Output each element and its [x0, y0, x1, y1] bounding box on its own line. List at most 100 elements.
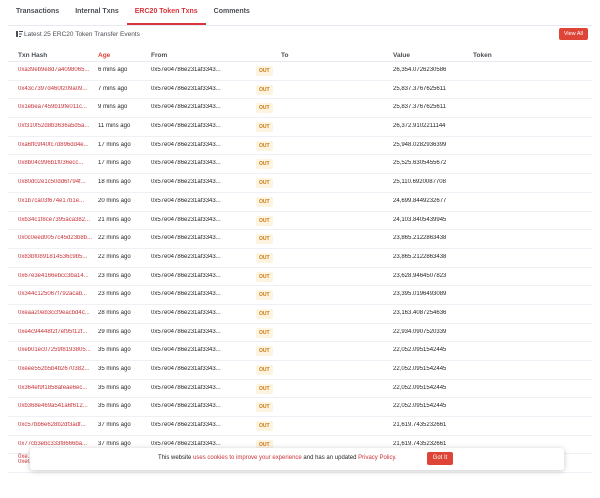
txn-hash-link[interactable]: 0xe4c94448f2f7ef95f12f...	[18, 329, 96, 335]
table-row: 0x0c0eed0057c45d23b8b... 22 mins ago 0x57e…	[8, 230, 592, 249]
txn-hash-link[interactable]: 0x80d02e1c50dd6f794f...	[18, 179, 96, 185]
cookie-message: This website uses cookies to improve you…	[158, 455, 397, 461]
value-cell: 25,837.3767625611	[393, 85, 446, 92]
txn-hash-link[interactable]: 0x1ebea7459b19fe011c...	[18, 104, 96, 110]
from-address: 0x57e04786e231af3343...	[151, 366, 221, 372]
cookie-banner: This website uses cookies to improve you…	[30, 448, 564, 470]
header-token: Token	[473, 52, 492, 59]
txn-hash-link[interactable]: 0x344c125067f792acab...	[18, 291, 96, 297]
got-it-button[interactable]: Got It	[427, 452, 453, 465]
token-transfers-table: Txn Hash Age From To Value Token 0xa39eb…	[8, 48, 592, 474]
txn-hash-link[interactable]: 0xeaa20eb3ccf9eacbd4c...	[18, 310, 96, 316]
from-address: 0x57e04786e231af3343...	[151, 403, 221, 410]
table-row: 0x8b04c996b1f036ecc... 17 mins ago 0x57e04…	[8, 155, 592, 175]
age-cell: 18 mins ago	[98, 179, 131, 186]
from-address: 0x57e04786e231af3343...	[151, 123, 221, 130]
txn-hash-link[interactable]: 0x67e3e4166ebcc3ba14...	[18, 273, 96, 279]
age-cell: 17 mins ago	[98, 141, 131, 148]
out-badge: OUT	[256, 327, 273, 338]
from-address: 0x57e04786e231af3343...	[151, 141, 221, 148]
from-address: 0x57e04786e231af3343...	[151, 384, 221, 391]
table-row: 0xa6ffc9f40fc7d896dd4e... 17 mins ago 0x57…	[8, 137, 592, 156]
txn-hash-link[interactable]: 0xf310f52d8b3636a5d5a...	[18, 123, 96, 129]
table-row: 0x67e3e4166ebcc3ba14... 23 mins ago 0x57e0…	[8, 268, 592, 287]
out-badge: OUT	[256, 159, 273, 170]
out-badge: OUT	[256, 196, 273, 207]
value-cell: 23,163.4087254636	[393, 309, 447, 316]
out-badge: OUT	[256, 346, 273, 357]
from-address: 0x57e04786e231af3343...	[151, 291, 221, 298]
header-age[interactable]: Age	[98, 52, 110, 59]
cookie-link[interactable]: uses cookies to improve your experience	[193, 455, 302, 461]
out-badge: OUT	[256, 178, 273, 189]
txn-hash-link[interactable]: 0xa6ffc9f40fc7d896dd4e...	[18, 142, 96, 148]
table-row: 0x43c7397d460f209a09... 7 mins ago 0x57e04…	[8, 81, 592, 100]
from-address: 0x57e04786e231af3343...	[151, 179, 221, 186]
txn-hash-link[interactable]: 0x364ef9f1858afeae6ec...	[18, 385, 96, 391]
out-badge: OUT	[256, 383, 273, 394]
table-row: 0xe4c94448f2f7ef95f12f... 29 mins ago 0x57…	[8, 324, 592, 343]
age-cell: 22 mins ago	[98, 235, 131, 242]
txn-hash-link[interactable]: 0xeb01ec07259f8193805...	[18, 347, 96, 353]
txn-hash-link[interactable]: 0x8b04c996b1f036ecc...	[18, 160, 96, 166]
txn-hash-link[interactable]: 0xeee552b5b4b2670382...	[18, 366, 96, 372]
txn-hash-link[interactable]: 0xb34c1f8ce7395aca382...	[18, 217, 96, 223]
age-cell: 35 mins ago	[98, 403, 131, 410]
txn-hash-link[interactable]: 0x83bf0891814536c9b5...	[18, 254, 96, 260]
from-address: 0x57e04786e231af3343...	[151, 272, 221, 279]
from-address: 0x57e04786e231af3343...	[151, 253, 221, 260]
value-cell: 26,354.0726230586	[393, 67, 447, 73]
cookie-text-pre: This website	[158, 455, 194, 461]
tab-transactions[interactable]: Transactions	[8, 0, 67, 25]
out-badge: OUT	[256, 365, 273, 375]
tab-erc20-token-txns[interactable]: ERC20 Token Txns	[126, 0, 206, 25]
out-badge: OUT	[256, 84, 273, 95]
cookie-text-mid: and has an updated	[301, 455, 359, 461]
txn-hash-link[interactable]: 0xc57bb6e628b2df3adf...	[18, 422, 96, 428]
txn-hash-link[interactable]: 0x77cb3ebc333f8666ba...	[18, 441, 96, 447]
value-cell: 24,699.8449232677	[393, 197, 447, 204]
value-cell: 24,103.8405439945	[393, 216, 447, 223]
from-address: 0x57e04786e231af3343...	[151, 309, 221, 316]
value-cell: 25,948.0282936399	[393, 141, 447, 148]
age-cell: 20 mins ago	[98, 197, 131, 204]
value-cell: 22,052.0951542445	[393, 366, 447, 372]
panel-header: Latest 25 ERC20 Token Transfer Events Vi…	[8, 27, 592, 41]
value-cell: 25,525.6305455672	[393, 160, 447, 167]
out-badge: OUT	[256, 122, 273, 133]
value-cell: 22,052.0951542445	[393, 384, 447, 391]
age-cell: 28 mins ago	[98, 309, 131, 316]
age-cell: 17 mins ago	[98, 160, 131, 167]
sort-list-icon	[16, 31, 23, 37]
age-cell: 29 mins ago	[98, 328, 131, 335]
privacy-policy-link[interactable]: Privacy Policy.	[358, 455, 397, 461]
txn-hash-link[interactable]: 0xb368e469a541a6f612...	[18, 403, 96, 409]
txn-hash-link[interactable]: 0x43c7397d460f209a09...	[18, 86, 96, 92]
value-cell: 21,619.7435232661	[393, 440, 447, 447]
header-value: Value	[393, 52, 410, 59]
value-cell: 25,110.6920087708	[393, 179, 446, 186]
age-cell: 23 mins ago	[98, 272, 131, 279]
out-badge: OUT	[256, 66, 273, 76]
value-cell: 23,628.9464507823	[393, 272, 447, 279]
out-badge: OUT	[256, 252, 273, 263]
header-txn-hash: Txn Hash	[18, 52, 48, 59]
out-badge: OUT	[256, 421, 273, 432]
tab-internal-txns[interactable]: Internal Txns	[67, 0, 127, 25]
tab-comments[interactable]: Comments	[206, 0, 258, 25]
header-from: From	[151, 52, 168, 59]
table-row: 0x80d02e1c50dd6f794f... 18 mins ago 0x57e0…	[8, 174, 592, 193]
value-cell: 26,372.9102211144	[393, 123, 446, 130]
table-header: Txn Hash Age From To Value Token	[8, 48, 592, 62]
from-address: 0x57e04786e231af3343...	[151, 67, 221, 73]
age-cell: 35 mins ago	[98, 347, 131, 354]
age-cell: 7 mins ago	[98, 85, 128, 92]
txn-hash-link[interactable]: 0x1b7ca03f674e17b1e...	[18, 198, 96, 204]
table-row: 0xf310f52d8b3636a5d5a... 11 mins ago 0x57e…	[8, 118, 592, 137]
from-address: 0x57e04786e231af3343...	[151, 422, 221, 429]
value-cell: 22,052.0951542445	[393, 347, 447, 354]
txn-hash-link[interactable]: 0x0c0eed0057c45d23b8b...	[18, 235, 96, 241]
txn-hash-link[interactable]: 0xa39eb9e8d7a4098065...	[18, 67, 96, 73]
view-all-button[interactable]: View All	[558, 28, 588, 40]
out-badge: OUT	[256, 271, 273, 282]
